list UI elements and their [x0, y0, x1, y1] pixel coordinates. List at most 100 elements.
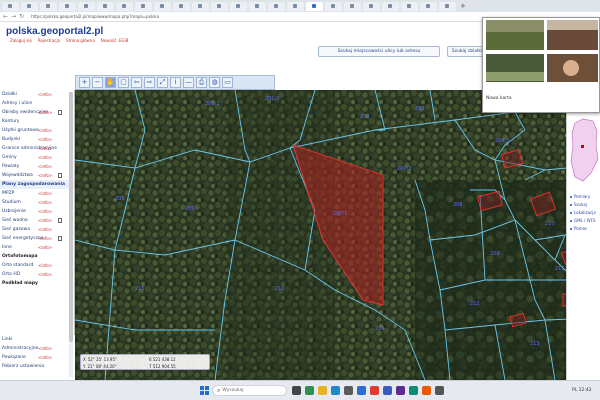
panel-bottom-item[interactable]: Powiązane <info> [0, 353, 75, 362]
preview-image-1[interactable] [486, 20, 544, 50]
layer-info-link[interactable]: <info> [38, 218, 52, 223]
right-panel-item[interactable]: Szukaj [570, 202, 600, 207]
browser-tab[interactable] [173, 1, 190, 11]
forward-icon[interactable]: → [11, 13, 16, 20]
browser-tab[interactable] [154, 1, 171, 11]
right-panel-item[interactable]: GML / WFS [570, 218, 600, 223]
top-nav-link[interactable]: Strona główna [66, 38, 95, 43]
store-icon[interactable] [344, 386, 353, 395]
layer-item[interactable]: Sieć energetyczna <info> [0, 234, 74, 243]
layer-item[interactable]: Sieć wodna <info> [0, 216, 74, 225]
right-panel-item[interactable]: Pomiary [570, 194, 600, 199]
layer-item[interactable]: Powiaty <info> [0, 162, 74, 171]
browser-tab[interactable] [211, 1, 228, 11]
chrome-icon[interactable] [370, 386, 379, 395]
browser-tab[interactable] [2, 1, 19, 11]
pan-hand-icon[interactable]: ✋ [105, 77, 116, 88]
preview-image-4[interactable] [547, 54, 598, 82]
back-icon[interactable]: ← [3, 13, 8, 20]
zoom-out-icon[interactable]: − [92, 77, 103, 88]
browser-tab[interactable] [116, 1, 133, 11]
browser-tab[interactable] [249, 1, 266, 11]
layer-item[interactable]: Orto standard <info> [0, 261, 74, 270]
layer-item[interactable]: Podkład mapy [0, 279, 74, 288]
map-view[interactable]: 201/1 201/2 202 203 204/3 205 206 207/1 207/2 208… [75, 90, 600, 380]
app-icon-2[interactable] [396, 386, 405, 395]
widgets-icon[interactable] [305, 386, 314, 395]
layer-info-link[interactable]: <info> [38, 173, 52, 178]
layer-info-link[interactable]: <info> [38, 236, 52, 241]
browser-tab[interactable] [97, 1, 114, 11]
layer-item[interactable]: Działki <info> [0, 90, 74, 99]
ruler-icon[interactable]: — [183, 77, 194, 88]
layer-item[interactable]: Adresy i ulice [0, 99, 74, 108]
site-logo[interactable]: polska.geoportal2.pl [6, 26, 103, 37]
document-icon[interactable] [58, 173, 62, 178]
layer-info-link[interactable]: <info> [38, 110, 52, 115]
top-nav-link[interactable]: Rejestracja [38, 38, 60, 43]
browser-tab[interactable] [306, 1, 323, 11]
layer-info-link[interactable]: <info> [38, 263, 52, 268]
mail-icon[interactable] [357, 386, 366, 395]
top-nav-link[interactable]: Zaloguj się [10, 38, 32, 43]
layer-info-link[interactable]: <info> [38, 137, 52, 142]
panel-bottom-item[interactable]: Administracyjne <info> [0, 344, 75, 353]
globe-icon[interactable]: ◍ [209, 77, 220, 88]
layer-item[interactable]: Inne <info> [0, 243, 74, 252]
zoom-window-icon[interactable]: ▢ [118, 77, 129, 88]
layer-item[interactable]: Sieć gazowa <info> [0, 225, 74, 234]
layer-item[interactable]: Studium <info> [0, 198, 74, 207]
browser-tab[interactable] [230, 1, 247, 11]
browser-tab[interactable] [287, 1, 304, 11]
layer-item[interactable]: Gminy <info> [0, 153, 74, 162]
layer-info-link[interactable]: <info> [38, 191, 52, 196]
search-address-button[interactable]: Szukaj miejscowości ulicy lub adresu [318, 46, 440, 57]
layer-item[interactable]: Plany zagospodarowania [0, 180, 74, 189]
panel-bottom-item[interactable]: Pobierz ustawienia [0, 362, 75, 371]
panel-bottom-info-link[interactable]: <info> [38, 355, 52, 360]
layer-info-link[interactable]: <info> [38, 227, 52, 232]
browser-tab[interactable] [439, 1, 456, 11]
right-panel-item[interactable]: Lokalizacja [570, 210, 600, 215]
edge-icon[interactable] [331, 386, 340, 395]
layer-item[interactable]: Obręby ewidencyjne <info> [0, 108, 74, 117]
top-nav-link[interactable]: Nowość: EGiB [101, 38, 129, 43]
print-icon[interactable]: ⎙ [196, 77, 207, 88]
browser-tab[interactable] [192, 1, 209, 11]
browser-tab[interactable] [21, 1, 38, 11]
browser-tab[interactable] [382, 1, 399, 11]
taskbar-search[interactable]: ⌕ Wyszukaj [212, 385, 287, 396]
layer-info-link[interactable]: <info> [38, 92, 52, 97]
layer-info-link[interactable]: <info> [38, 200, 52, 205]
layer-info-link[interactable]: <info> [38, 155, 52, 160]
panel-bottom-info-link[interactable]: <info> [38, 346, 52, 351]
browser-tab[interactable] [59, 1, 76, 11]
start-icon[interactable] [200, 386, 209, 395]
browser-tab[interactable] [363, 1, 380, 11]
reload-icon[interactable]: ↻ [19, 13, 24, 20]
document-icon[interactable] [58, 218, 62, 223]
preview-image-3[interactable] [486, 54, 544, 82]
poland-minimap[interactable] [569, 115, 599, 187]
document-icon[interactable] [58, 236, 62, 241]
url-text[interactable]: https://polska.geoportal2.pl/map/www/map… [31, 14, 159, 19]
app-icon-4[interactable] [422, 386, 431, 395]
browser-tab[interactable] [401, 1, 418, 11]
layer-info-link[interactable]: <info> [38, 245, 52, 250]
app-icon-1[interactable] [383, 386, 392, 395]
task-view-icon[interactable] [292, 386, 301, 395]
layer-info-link[interactable]: <info> [38, 128, 52, 133]
layer-info-link[interactable]: <info> [38, 146, 52, 151]
browser-tab[interactable] [325, 1, 342, 11]
right-panel-item[interactable]: Pomoc [570, 226, 600, 231]
layer-item[interactable]: Użytki gruntowe <info> [0, 126, 74, 135]
system-tray[interactable]: PL 12:42 [572, 388, 592, 393]
browser-tab[interactable] [268, 1, 285, 11]
document-icon[interactable] [58, 110, 62, 115]
arrow-right-icon[interactable]: ⇨ [144, 77, 155, 88]
search-parcel-button[interactable]: Szukaj działki [447, 46, 487, 57]
measure-icon[interactable]: ⤢ [157, 77, 168, 88]
browser-tab[interactable] [40, 1, 57, 11]
window-icon[interactable]: ▭ [222, 77, 233, 88]
browser-tab[interactable] [135, 1, 152, 11]
